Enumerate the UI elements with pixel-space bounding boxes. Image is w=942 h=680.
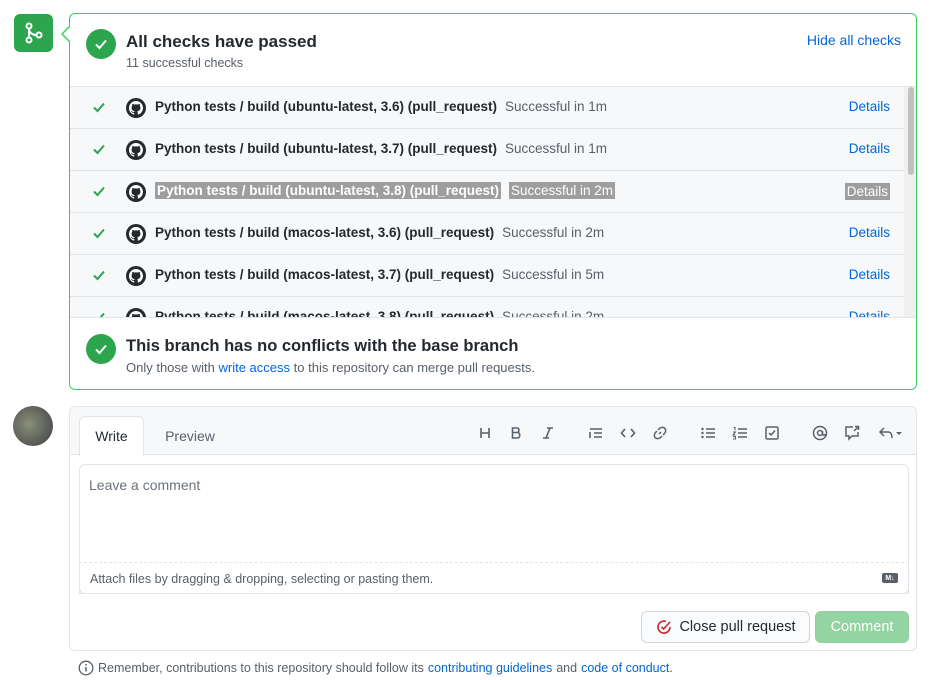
merge-status-box: All checks have passed 11 successful che… <box>69 13 917 390</box>
attach-files-text: Attach files by dragging & dropping, sel… <box>90 572 434 586</box>
checks-scrollbar[interactable] <box>904 87 916 317</box>
check-name: Python tests / build (macos-latest, 3.6)… <box>155 225 495 240</box>
github-icon <box>126 140 146 160</box>
check-name: Python tests / build (ubuntu-latest, 3.7… <box>155 141 498 156</box>
merge-icon-badge <box>14 14 53 52</box>
check-name: Python tests / build (macos-latest, 3.7)… <box>155 267 495 282</box>
write-access-link[interactable]: write access <box>219 360 291 375</box>
checks-status-title: All checks have passed <box>126 32 317 51</box>
check-row: Python tests / build (ubuntu-latest, 3.8… <box>70 171 904 213</box>
close-pull-request-button[interactable]: Close pull request <box>641 611 810 643</box>
check-icon <box>93 186 105 197</box>
no-conflicts-subtitle: Only those with write access to this rep… <box>126 360 535 375</box>
check-details-link[interactable]: Details <box>849 309 890 317</box>
check-details-link[interactable]: Details <box>849 267 890 282</box>
github-icon <box>126 224 146 244</box>
checks-passed-icon <box>86 29 116 59</box>
contributing-guidelines-link[interactable]: contributing guidelines <box>428 661 552 675</box>
contribution-reminder: Remember, contributions to this reposito… <box>78 660 673 676</box>
github-icon <box>126 308 146 317</box>
code-of-conduct-label: code of conduct <box>581 661 670 675</box>
ordered-list-icon[interactable] <box>730 423 750 443</box>
issue-closed-icon <box>657 620 672 634</box>
link-icon[interactable] <box>650 423 670 443</box>
check-name: Python tests / build (macos-latest, 3.8)… <box>155 309 495 317</box>
check-icon <box>93 228 105 239</box>
heading-icon[interactable] <box>475 423 495 443</box>
bold-icon[interactable] <box>506 423 526 443</box>
avatar[interactable] <box>13 406 53 446</box>
check-row: Python tests / build (ubuntu-latest, 3.7… <box>70 129 904 171</box>
hide-all-checks-link[interactable]: Hide all checks <box>807 32 901 48</box>
check-row: Python tests / build (macos-latest, 3.8)… <box>70 297 904 317</box>
check-status: Successful in 1m <box>505 141 608 156</box>
check-row: Python tests / build (macos-latest, 3.7)… <box>70 255 904 297</box>
check-status: Successful in 2m <box>509 182 616 199</box>
check-details-link[interactable]: Details <box>844 183 890 200</box>
checks-scroll-thumb[interactable] <box>908 87 914 175</box>
check-icon <box>93 270 105 281</box>
check-row: Python tests / build (macos-latest, 3.6)… <box>70 213 904 255</box>
github-icon <box>126 98 146 118</box>
check-status: Successful in 1m <box>505 99 608 114</box>
attach-files-bar[interactable]: Attach files by dragging & dropping, sel… <box>79 562 909 594</box>
check-icon <box>93 102 105 113</box>
tab-write[interactable]: Write <box>79 416 144 456</box>
box-pointer-inner <box>63 27 70 41</box>
no-conflicts-title: This branch has no conflicts with the ba… <box>126 337 519 355</box>
footer-suffix: . <box>669 661 673 675</box>
tab-preview[interactable]: Preview <box>150 416 230 456</box>
footer-prefix: Remember, contributions to this reposito… <box>98 661 424 675</box>
code-of-conduct-link[interactable]: code of conduct. <box>581 661 673 675</box>
comment-tabs-header: Write Preview <box>70 407 916 456</box>
check-details-link[interactable]: Details <box>849 225 890 240</box>
github-icon <box>126 266 146 286</box>
check-details-link[interactable]: Details <box>849 99 890 114</box>
close-pull-request-label: Close pull request <box>679 619 796 635</box>
comment-placeholder: Leave a comment <box>89 477 201 493</box>
cross-reference-icon[interactable] <box>842 423 862 443</box>
markdown-icon[interactable]: M↓ <box>882 573 898 583</box>
check-status: Successful in 2m <box>502 225 605 240</box>
code-icon[interactable] <box>618 423 638 443</box>
mention-icon[interactable] <box>810 423 830 443</box>
quote-icon[interactable] <box>586 423 606 443</box>
info-icon <box>78 660 94 676</box>
conflict-sub-prefix: Only those with <box>126 360 215 375</box>
checks-status-subtitle: 11 successful checks <box>126 56 244 70</box>
italic-icon[interactable] <box>538 423 558 443</box>
checks-list[interactable]: Python tests / build (ubuntu-latest, 3.6… <box>70 86 916 317</box>
git-merge-icon <box>25 22 42 44</box>
unordered-list-icon[interactable] <box>698 423 718 443</box>
check-icon <box>93 144 105 155</box>
check-name: Python tests / build (ubuntu-latest, 3.6… <box>155 99 498 114</box>
check-icon <box>94 312 105 317</box>
footer-middle: and <box>556 661 578 675</box>
task-list-icon[interactable] <box>762 423 782 443</box>
check-status: Successful in 2m <box>502 309 605 317</box>
comment-form: Write Preview Leave a comment Attach fil… <box>69 406 917 651</box>
comment-button[interactable]: Comment <box>815 611 909 643</box>
conflict-sub-suffix: to this repository can merge pull reques… <box>293 360 535 375</box>
check-name: Python tests / build (ubuntu-latest, 3.8… <box>155 182 502 199</box>
check-status: Successful in 5m <box>502 267 605 282</box>
no-conflicts-check-icon <box>86 334 116 364</box>
reply-dropdown-icon[interactable] <box>876 423 906 443</box>
no-conflicts-section: This branch has no conflicts with the ba… <box>70 317 916 389</box>
github-icon <box>126 182 146 202</box>
check-details-link[interactable]: Details <box>849 141 890 156</box>
check-row: Python tests / build (ubuntu-latest, 3.6… <box>70 87 904 129</box>
